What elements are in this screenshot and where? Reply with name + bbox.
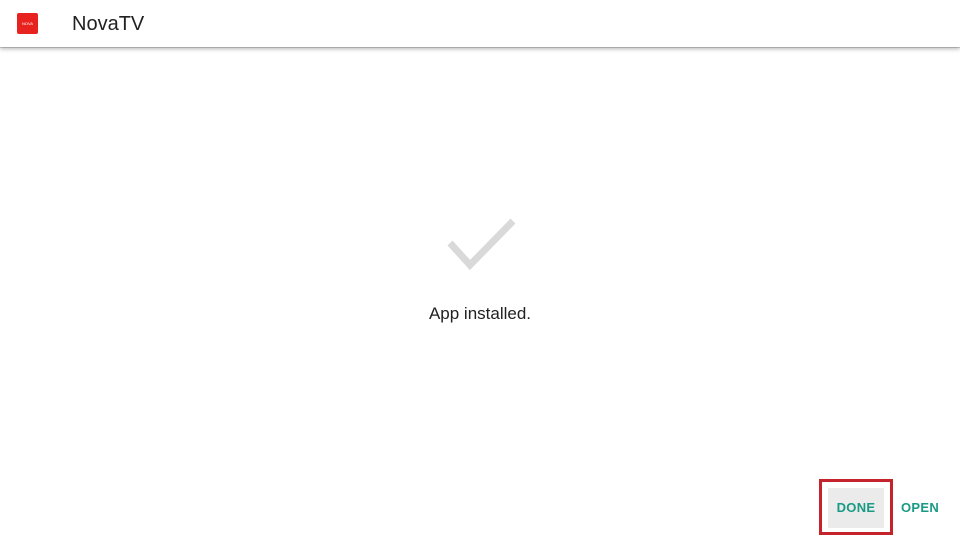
header-divider xyxy=(0,47,960,48)
app-logo-icon: NOVA xyxy=(17,13,38,34)
app-header: NOVA NovaTV xyxy=(0,0,960,47)
open-button[interactable]: OPEN xyxy=(896,488,944,528)
done-button[interactable]: DONE xyxy=(828,488,884,528)
app-title: NovaTV xyxy=(72,13,145,35)
install-complete-screen: NOVA NovaTV App installed. DONE OPEN xyxy=(0,0,960,540)
svg-text:NOVA: NOVA xyxy=(22,21,33,26)
install-status-text: App installed. xyxy=(428,304,532,323)
checkmark-icon xyxy=(445,217,517,273)
